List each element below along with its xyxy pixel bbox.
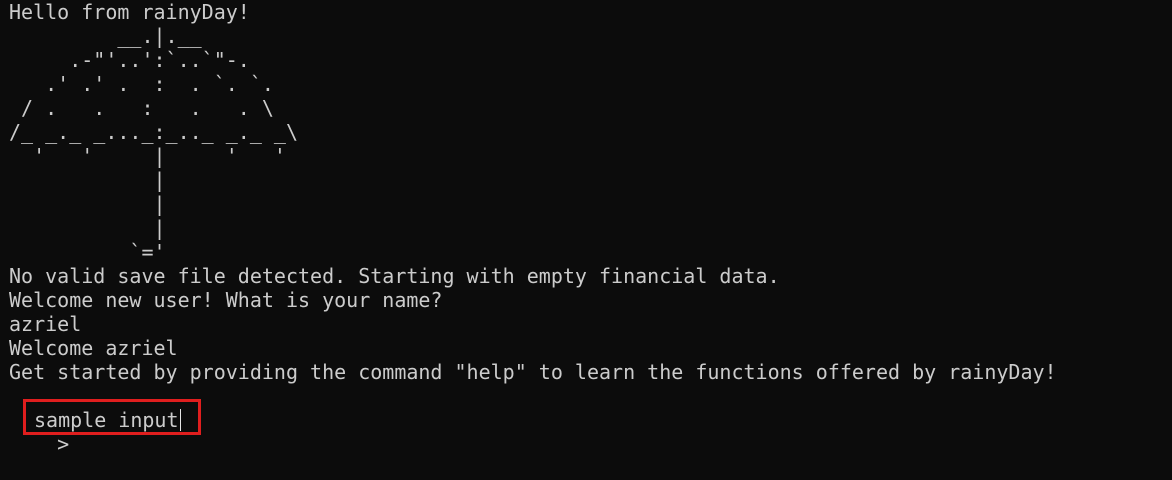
ascii-art-line: __.|.__ (9, 24, 202, 48)
command-input[interactable]: sample input (34, 408, 181, 432)
text-cursor (179, 409, 181, 431)
help-hint-message: Get started by providing the command "he… (9, 360, 1057, 384)
command-input-value: sample input (34, 408, 179, 432)
name-prompt-message: Welcome new user! What is your name? (9, 288, 443, 312)
ascii-art-line: `=' (9, 240, 166, 264)
ascii-art-line: .-"'..':`..`"-. (9, 48, 250, 72)
ascii-art-line: | (9, 192, 166, 216)
terminal-window[interactable]: Hello from rainyDay! __.|.__ .-"'..':`..… (0, 0, 1172, 458)
ascii-art-line: ' ' | ' ' (9, 144, 286, 168)
ascii-art-line: | (9, 168, 166, 192)
welcome-message: Welcome azriel (9, 336, 178, 360)
ascii-art-line: .' .' . : . `. `. (9, 72, 274, 96)
prompt-symbol: > (57, 432, 70, 456)
ascii-art-line: /_ _._ _..._:_.._ _._ _\ (9, 120, 298, 144)
status-message: No valid save file detected. Starting wi… (9, 264, 780, 288)
ascii-art-line: | (9, 216, 166, 240)
ascii-art-line: / . . : . . \ (9, 96, 274, 120)
greeting-line: Hello from rainyDay! (9, 0, 250, 24)
user-name-echo: azriel (9, 312, 82, 336)
